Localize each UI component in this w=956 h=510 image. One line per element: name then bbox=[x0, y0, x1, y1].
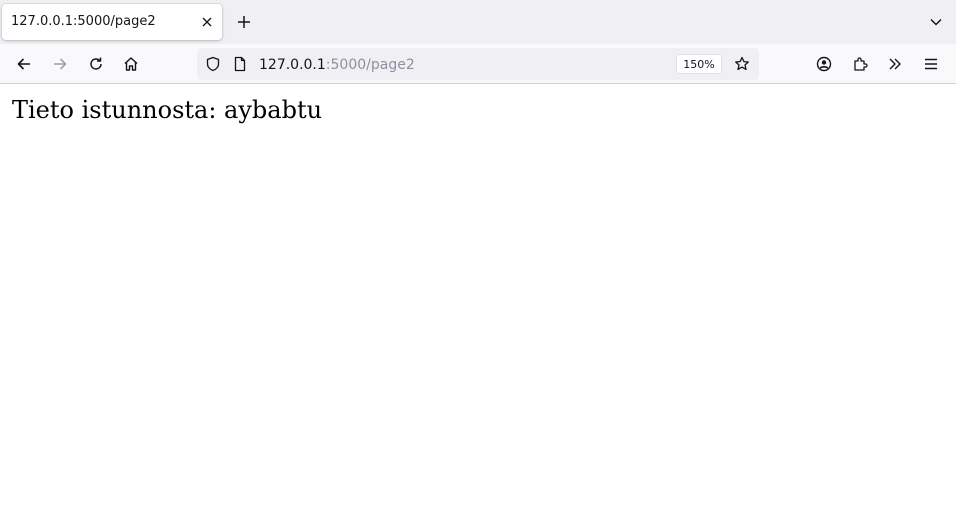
url-text[interactable]: 127.0.0.1:5000/page2 bbox=[259, 57, 415, 73]
tab-strip: 127.0.0.1:5000/page2 bbox=[0, 0, 956, 44]
url-path: :5000/page2 bbox=[325, 57, 415, 73]
home-icon[interactable] bbox=[118, 52, 144, 76]
url-bar[interactable]: 127.0.0.1:5000/page2 150% bbox=[197, 48, 759, 80]
plus-icon[interactable] bbox=[233, 11, 255, 33]
account-icon[interactable] bbox=[811, 52, 837, 76]
url-host: 127.0.0.1 bbox=[259, 57, 326, 73]
active-tab[interactable]: 127.0.0.1:5000/page2 bbox=[2, 4, 222, 40]
tab-title: 127.0.0.1:5000/page2 bbox=[11, 14, 156, 29]
reload-icon[interactable] bbox=[83, 52, 109, 76]
zoom-level-button[interactable]: 150% bbox=[676, 54, 722, 74]
arrow-left-icon[interactable] bbox=[11, 52, 37, 76]
arrow-right-icon bbox=[47, 52, 73, 76]
shield-icon[interactable] bbox=[204, 55, 222, 73]
puzzle-icon[interactable] bbox=[847, 52, 873, 76]
close-icon[interactable] bbox=[199, 14, 215, 30]
page-content: Tieto istunnosta: aybabtu bbox=[0, 85, 956, 510]
session-info-text: Tieto istunnosta: aybabtu bbox=[12, 96, 323, 124]
double-chevron-icon[interactable] bbox=[882, 52, 908, 76]
page-icon[interactable] bbox=[231, 55, 249, 73]
star-icon[interactable] bbox=[733, 55, 751, 73]
navigation-toolbar: 127.0.0.1:5000/page2 150% bbox=[0, 44, 956, 84]
chevron-down-icon[interactable] bbox=[926, 12, 946, 32]
hamburger-icon[interactable] bbox=[918, 52, 944, 76]
